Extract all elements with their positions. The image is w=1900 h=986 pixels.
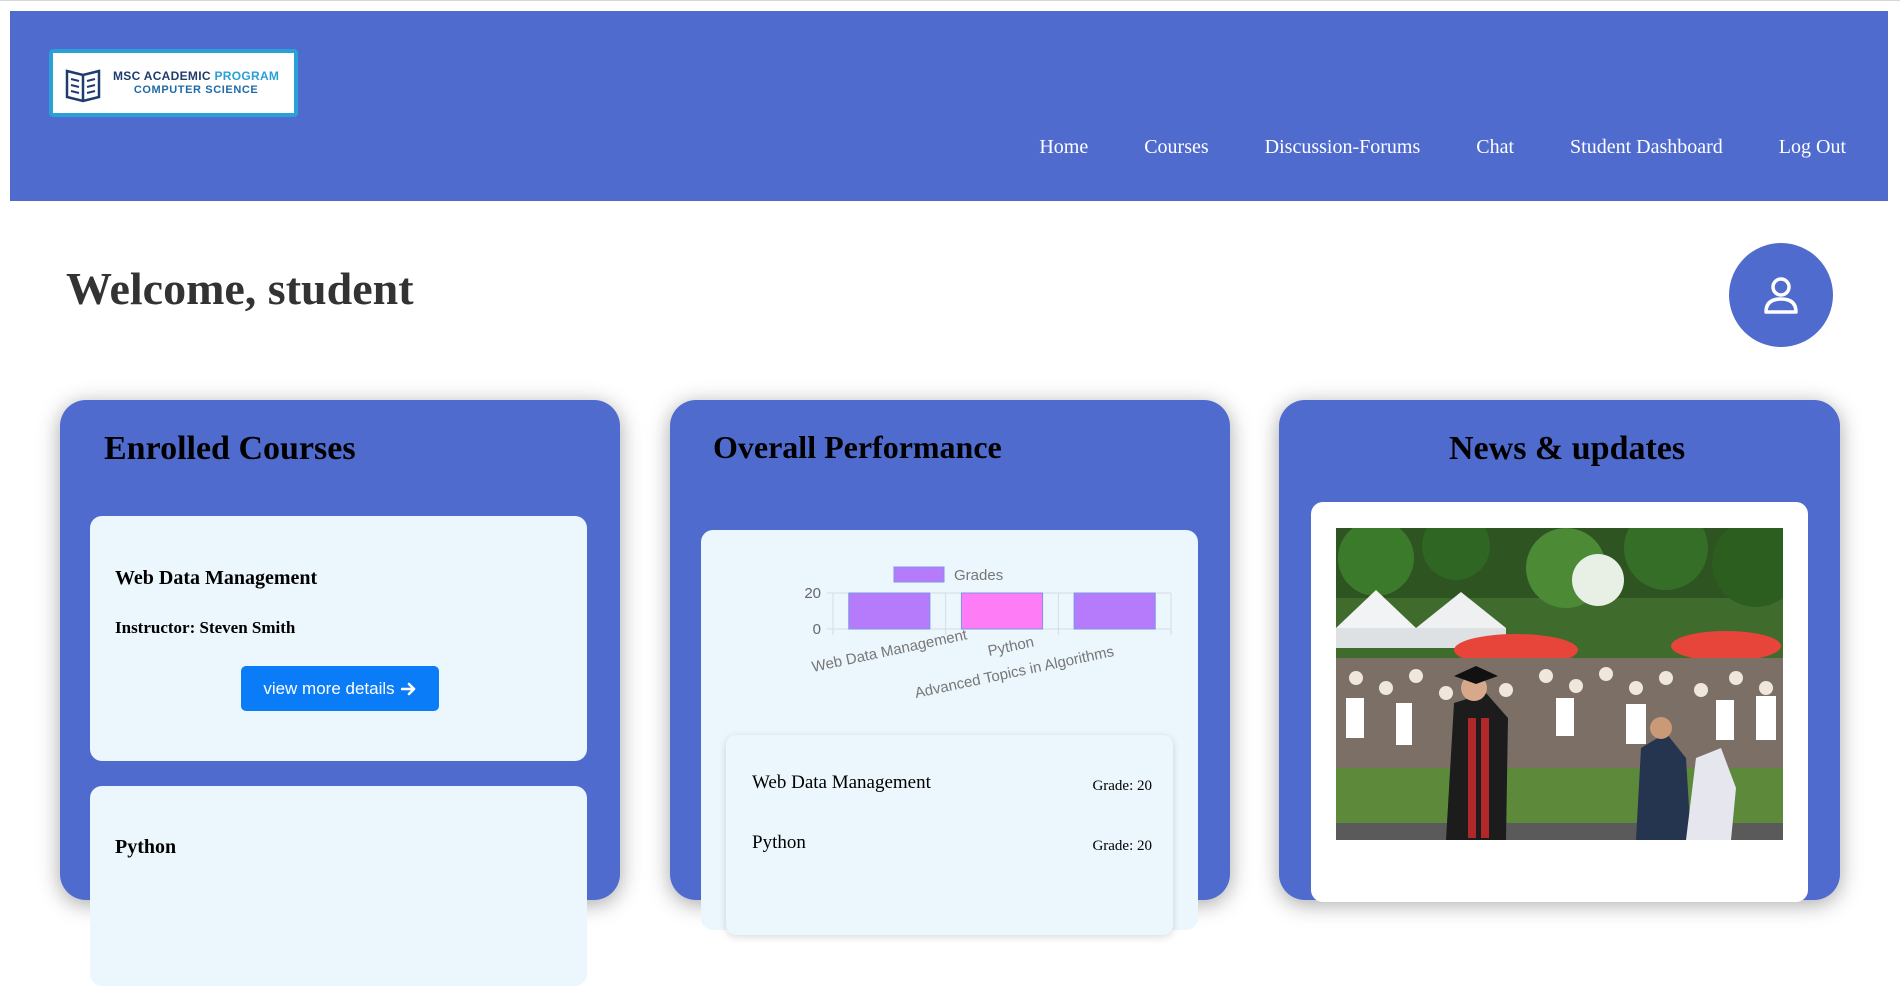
welcome-heading: Welcome, student [66, 263, 414, 314]
course-card: Web Data Management Instructor: Steven S… [90, 516, 587, 761]
grade-value: Grade: 20 [1092, 838, 1152, 854]
x-tick-label: Python [986, 634, 1035, 660]
user-icon [1764, 277, 1798, 314]
news-image[interactable] [1336, 528, 1783, 840]
logo-line1: MSC ACADEMIC PROGRAM [113, 69, 279, 83]
performance-card: 0 20 Grades Web Data Management Python Advanc… [701, 530, 1198, 935]
nav-home[interactable]: Home [1039, 136, 1088, 159]
graduation-photo [1336, 528, 1783, 840]
enrolled-courses-panel: Enrolled Courses Web Data Management Ins… [60, 400, 620, 986]
news-card [1311, 502, 1808, 902]
grades-list: Web Data Management Grade: 20 Python Gra… [726, 735, 1173, 935]
book-icon [65, 69, 101, 103]
logo-text: MSC ACADEMIC PROGRAM COMPUTER SCIENCE [113, 69, 279, 97]
arrow-right-icon [400, 682, 415, 695]
logo-line1-b: PROGRAM [214, 69, 280, 83]
logo-line2: COMPUTER SCIENCE [133, 84, 259, 96]
nav-student-dashboard[interactable]: Student Dashboard [1570, 136, 1723, 159]
course-name: Web Data Management [115, 567, 318, 589]
chart-bar [960, 592, 1044, 630]
logo-line1-a: MSC ACADEMIC [113, 69, 215, 83]
course-card: Python [90, 786, 587, 986]
site-logo[interactable]: MSC ACADEMIC PROGRAM COMPUTER SCIENCE [49, 49, 298, 117]
grades-chart: 020GradesWeb Data Management PythonAdvanc… [804, 566, 1172, 702]
y-tick-label: 20 [804, 585, 821, 602]
news-updates-panel: News & updates [1279, 400, 1840, 902]
main-nav: Home Courses Discussion-Forums Chat Stud… [1039, 136, 1846, 159]
course-name: Python [115, 836, 177, 858]
profile-avatar-button[interactable] [1729, 243, 1833, 347]
view-details-label: view more details [263, 678, 395, 698]
grade-course-name: Python [752, 832, 806, 853]
view-details-button[interactable]: view more details [241, 666, 439, 711]
nav-log-out[interactable]: Log Out [1779, 136, 1846, 159]
legend-label: Grades [954, 567, 1003, 584]
news-updates-title: News & updates [1449, 430, 1686, 467]
grade-value: Grade: 20 [1092, 778, 1152, 794]
nav-courses[interactable]: Courses [1144, 136, 1208, 159]
legend-swatch [893, 566, 945, 583]
nav-discussion-forums[interactable]: Discussion-Forums [1265, 136, 1421, 159]
chart-bar [848, 592, 931, 630]
course-instructor: Instructor: Steven Smith [115, 618, 296, 637]
nav-chat[interactable]: Chat [1476, 136, 1514, 159]
browser-top-edge [0, 0, 1900, 10]
overall-performance-panel: Overall Performance 0 20 Grades Web Data Ma… [670, 400, 1230, 935]
x-tick-label: Web Data Management [810, 626, 969, 676]
navbar: MSC ACADEMIC PROGRAM COMPUTER SCIENCE Ho… [10, 11, 1888, 201]
overall-performance-title: Overall Performance [713, 429, 1002, 465]
chart-bar [1073, 592, 1156, 630]
enrolled-courses-title: Enrolled Courses [104, 430, 356, 467]
grade-course-name: Web Data Management [752, 772, 931, 793]
y-tick-label: 0 [813, 621, 821, 638]
